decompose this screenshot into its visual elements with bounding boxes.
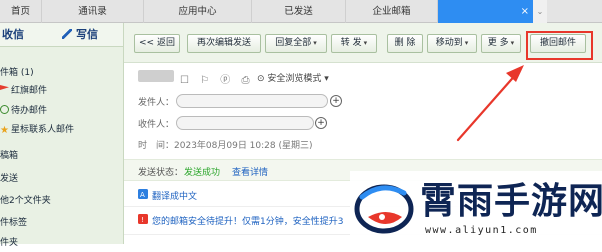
forward-label: 转 发 (340, 38, 362, 48)
send-status-value: 发送成功 (184, 168, 221, 178)
watermark-logo-icon (354, 184, 414, 234)
forward-button[interactable]: 转 发 ▾ (331, 34, 377, 53)
reply-all-button[interactable]: 回复全部 ▾ (265, 34, 327, 53)
folder-todo[interactable]: 待办邮件 (0, 103, 123, 120)
send-status-label: 发送状态： (138, 168, 184, 178)
translate-icon: A (138, 189, 148, 199)
view-details-link[interactable]: 查看详情 (232, 165, 268, 178)
folder-label: 他2个文件夹 (0, 196, 51, 206)
chevron-down-icon[interactable]: ▾ (364, 39, 368, 47)
tab-enterprise-mail[interactable]: 企业邮箱 (346, 0, 438, 23)
tab-app-center[interactable]: 应用中心 (144, 0, 252, 23)
watermark-url: www.aliyun1.com (425, 225, 538, 236)
more-button[interactable]: 更 多 ▾ (481, 34, 521, 53)
folder-label: 待办邮件 (11, 106, 48, 116)
svg-text:A: A (140, 191, 145, 199)
safe-view-dropdown[interactable]: ⊙ 安全浏览模式 ▾ (257, 71, 329, 84)
pen-icon (62, 29, 72, 39)
folder-label: 发送 (0, 174, 19, 184)
folder-flagged[interactable]: 红旗邮件 (0, 83, 123, 100)
time-value: 2023年08月09日 10:28 (星期三) (174, 141, 313, 151)
tab-overflow-icon[interactable]: ⌄ (533, 0, 547, 23)
watermark-title: 霄雨手游网 (420, 181, 602, 222)
reedit-send-button[interactable]: 再次编辑发送 (187, 34, 261, 53)
folder-label: 件夹 (0, 238, 19, 248)
move-to-label: 移动到 (435, 38, 463, 48)
tab-sent[interactable]: 已发送 (252, 0, 346, 23)
write-button[interactable]: 写信 (62, 23, 122, 47)
write-label: 写信 (76, 28, 98, 41)
folder-label: 件箱 (1) (0, 68, 34, 78)
translate-link[interactable]: 翻译成中文 (152, 189, 197, 202)
back-button[interactable]: << 返回 (134, 34, 180, 53)
tab-contacts[interactable]: 通讯录 (42, 0, 144, 23)
star-icon: ★ (0, 125, 9, 136)
chevron-down-icon: ▾ (324, 74, 329, 84)
header-action-icons[interactable]: ☐ ⚐ ⓟ ⎙ (180, 71, 253, 86)
svg-text:!: ! (141, 216, 144, 224)
recall-highlight-box (526, 31, 593, 60)
subject-redacted (138, 70, 174, 82)
compose-row: 收信 写信 (0, 23, 123, 47)
folder-inbox[interactable]: 件箱 (1) (0, 65, 123, 82)
safe-view-label: ⊙ 安全浏览模式 (257, 74, 322, 84)
chevron-down-icon[interactable]: ▾ (465, 39, 469, 47)
delete-button[interactable]: 删 除 (387, 34, 423, 53)
tab-close-icon[interactable]: × (521, 0, 529, 23)
reply-all-label: 回复全部 (275, 38, 312, 48)
move-to-button[interactable]: 移动到 ▾ (427, 34, 477, 53)
mail-header: ☐ ⚐ ⓟ ⎙ ⊙ 安全浏览模式 ▾ 发件人： + 收件人： + 时 间：202… (124, 63, 602, 159)
chevron-down-icon[interactable]: ▾ (313, 39, 317, 47)
sender-field[interactable] (176, 94, 328, 108)
add-recipient-contact-button[interactable]: + (315, 117, 327, 129)
folder-others[interactable]: 他2个文件夹 (0, 193, 123, 210)
folder-label: 件标签 (0, 218, 28, 228)
add-sender-contact-button[interactable]: + (330, 95, 342, 107)
folder-sent[interactable]: 发送 (0, 171, 123, 188)
sidebar: 收信 写信 件箱 (1) 红旗邮件 待办邮件 ★ 星标联系人邮件 稿箱 发送 他2… (0, 23, 124, 248)
more-label: 更 多 (487, 38, 509, 48)
folder-label: 星标联系人邮件 (10, 125, 74, 135)
chevron-down-icon[interactable]: ▾ (511, 39, 515, 47)
folder-starred-contacts[interactable]: ★ 星标联系人邮件 (0, 122, 123, 139)
folder-label: 稿箱 (0, 151, 19, 161)
sender-label: 发件人： (138, 98, 175, 108)
recipient-label: 收件人： (138, 120, 175, 130)
clock-icon (0, 105, 9, 114)
warning-icon: ! (138, 214, 148, 224)
top-tab-bar: 首页 通讯录 应用中心 已发送 企业邮箱 × ⌄ (0, 0, 602, 23)
time-label: 时 间： (138, 141, 175, 151)
recipient-field[interactable] (176, 116, 314, 130)
folder-tags[interactable]: 件标签 (0, 215, 123, 232)
tab-current-mail[interactable]: × (438, 0, 533, 23)
tab-home[interactable]: 首页 (0, 0, 42, 23)
folder-drafts[interactable]: 稿箱 (0, 148, 123, 165)
red-flag-icon (0, 85, 9, 90)
folder-label: 红旗邮件 (11, 86, 48, 96)
time-row: 时 间：2023年08月09日 10:28 (星期三) (138, 138, 313, 151)
receive-button[interactable]: 收信 (0, 23, 56, 47)
security-notice-link[interactable]: 您的邮箱安全待提升！仅需1分钟，安全性提升3 (152, 214, 343, 227)
